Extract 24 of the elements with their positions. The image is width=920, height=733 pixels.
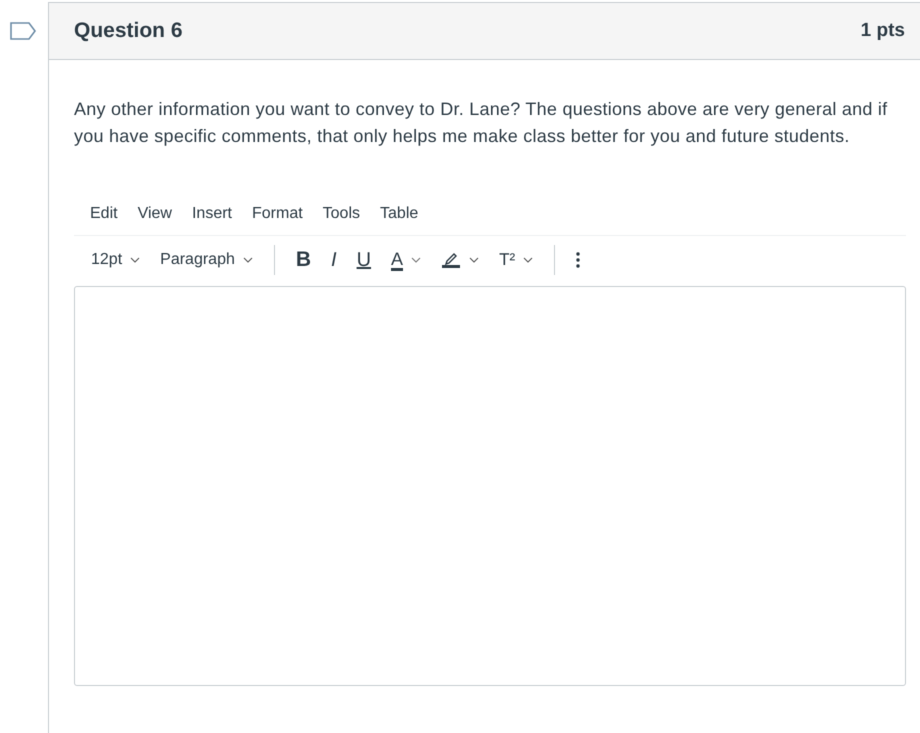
text-color-button[interactable]: A — [384, 246, 428, 274]
menu-item[interactable]: Insert — [192, 205, 232, 223]
question-text: Any other information you want to convey to Dr. Lane? The questions above are very general and if you have specific comments, that only helps me make class better for you and future students. — [74, 98, 888, 148]
underline-button[interactable]: U — [350, 244, 378, 276]
menu-item[interactable]: View — [138, 205, 172, 223]
menu-item[interactable]: Table — [380, 205, 418, 223]
more-icon — [576, 252, 580, 268]
superscript-button[interactable]: T² — [492, 246, 540, 274]
chevron-down-icon — [523, 257, 534, 263]
chevron-down-icon — [130, 257, 140, 263]
chevron-down-icon — [242, 257, 253, 263]
chevron-down-icon — [411, 257, 422, 263]
highlighter-icon — [441, 251, 462, 269]
dropdown-button[interactable]: Paragraph — [153, 247, 260, 273]
flag-icon[interactable] — [10, 22, 36, 40]
menu-item[interactable]: Format — [252, 205, 303, 223]
chevron-down-icon — [469, 257, 480, 263]
menu-item[interactable]: Edit — [90, 205, 118, 223]
dropdown-button[interactable]: 12pt — [84, 247, 148, 273]
menu-item[interactable]: Tools — [322, 205, 360, 223]
points-label: 1 pts — [860, 20, 905, 42]
italic-button[interactable]: I — [324, 244, 344, 276]
bold-button[interactable]: B — [288, 244, 318, 276]
question-title: Question 6 — [74, 19, 183, 43]
